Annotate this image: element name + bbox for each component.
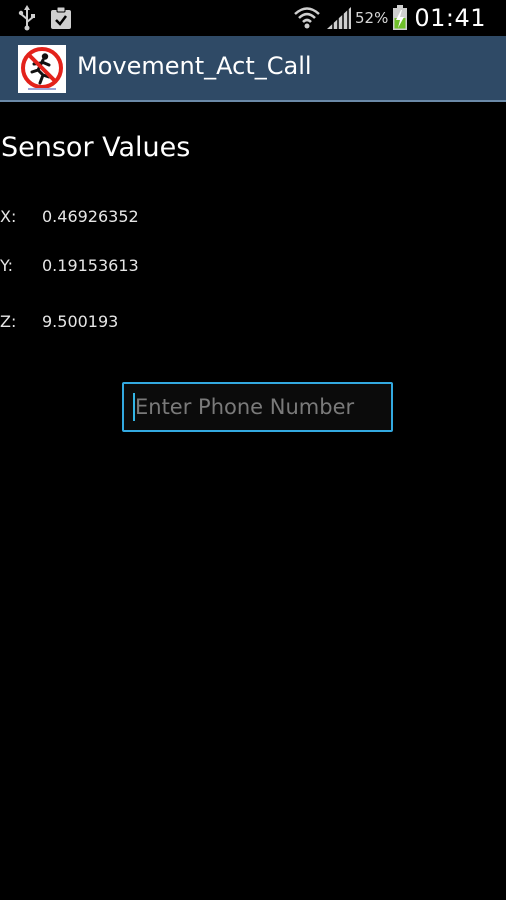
- sensor-value-y: 0.19153613: [42, 256, 139, 275]
- no-running-icon: [18, 45, 66, 93]
- sensor-label-z: Z:: [0, 312, 17, 331]
- status-left-icons: [18, 4, 72, 32]
- status-bar: 52% 01:41: [0, 0, 506, 36]
- sensor-values-heading: Sensor Values: [1, 132, 191, 163]
- sensor-row-y: Y: 0.19153613: [0, 256, 300, 280]
- wifi-icon: [293, 6, 321, 30]
- clock: 01:41: [414, 4, 486, 32]
- sensor-row-z: Z: 9.500193: [0, 312, 300, 336]
- sensor-value-z: 9.500193: [42, 312, 119, 331]
- status-right-icons: 52% 01:41: [293, 2, 486, 34]
- phone-number-input[interactable]: [122, 382, 393, 432]
- battery-charging-icon: [392, 5, 408, 31]
- app-title: Movement_Act_Call: [77, 52, 312, 80]
- battery-percent: 52%: [354, 9, 389, 27]
- text-cursor: [133, 393, 135, 421]
- sensor-label-y: Y:: [0, 256, 14, 275]
- sensor-label-x: X:: [0, 207, 17, 226]
- signal-icon: [326, 7, 351, 29]
- clipboard-check-icon: [50, 6, 72, 30]
- action-bar: Movement_Act_Call: [0, 36, 506, 102]
- usb-icon: [18, 5, 36, 31]
- sensor-row-x: X: 0.46926352: [0, 207, 300, 231]
- sensor-value-x: 0.46926352: [42, 207, 139, 226]
